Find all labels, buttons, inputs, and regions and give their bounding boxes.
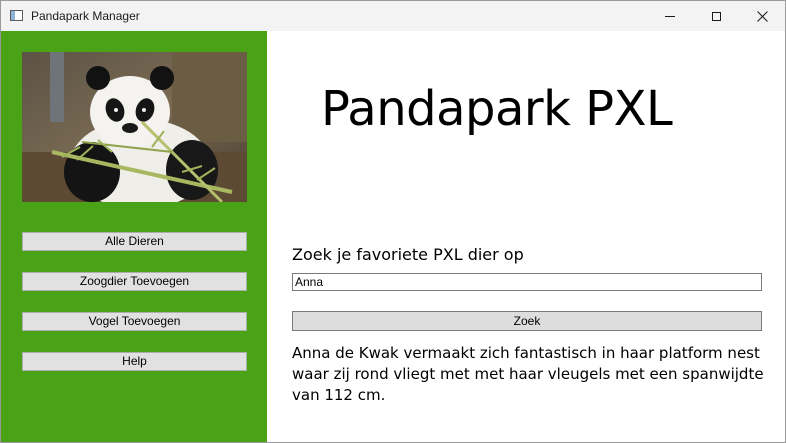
search-button[interactable]: Zoek — [292, 311, 762, 331]
window-title: Pandapark Manager — [31, 9, 140, 23]
app-window-icon — [10, 10, 23, 21]
search-result-text: Anna de Kwak vermaakt zich fantastisch i… — [292, 344, 764, 404]
help-button[interactable]: Help — [22, 352, 247, 371]
sidebar: Alle Dieren Zoogdier Toevoegen Vogel Toe… — [1, 31, 267, 442]
title-bar[interactable]: Pandapark Manager — [1, 1, 785, 31]
search-input[interactable] — [292, 273, 762, 291]
minimize-icon — [665, 15, 675, 17]
search-label: Zoek je favoriete PXL dier op — [292, 245, 524, 264]
minimize-button[interactable] — [647, 1, 693, 31]
app-window: Pandapark Manager Alle Dieren Zoogdier T… — [0, 0, 786, 443]
page-title: Pandapark PXL — [321, 81, 673, 137]
panda-image — [22, 52, 247, 202]
all-animals-button[interactable]: Alle Dieren — [22, 232, 247, 251]
add-bird-button[interactable]: Vogel Toevoegen — [22, 312, 247, 331]
maximize-icon — [711, 11, 721, 21]
add-mammal-button[interactable]: Zoogdier Toevoegen — [22, 272, 247, 291]
maximize-button[interactable] — [693, 1, 739, 31]
close-icon — [756, 10, 768, 22]
close-button[interactable] — [739, 1, 785, 31]
